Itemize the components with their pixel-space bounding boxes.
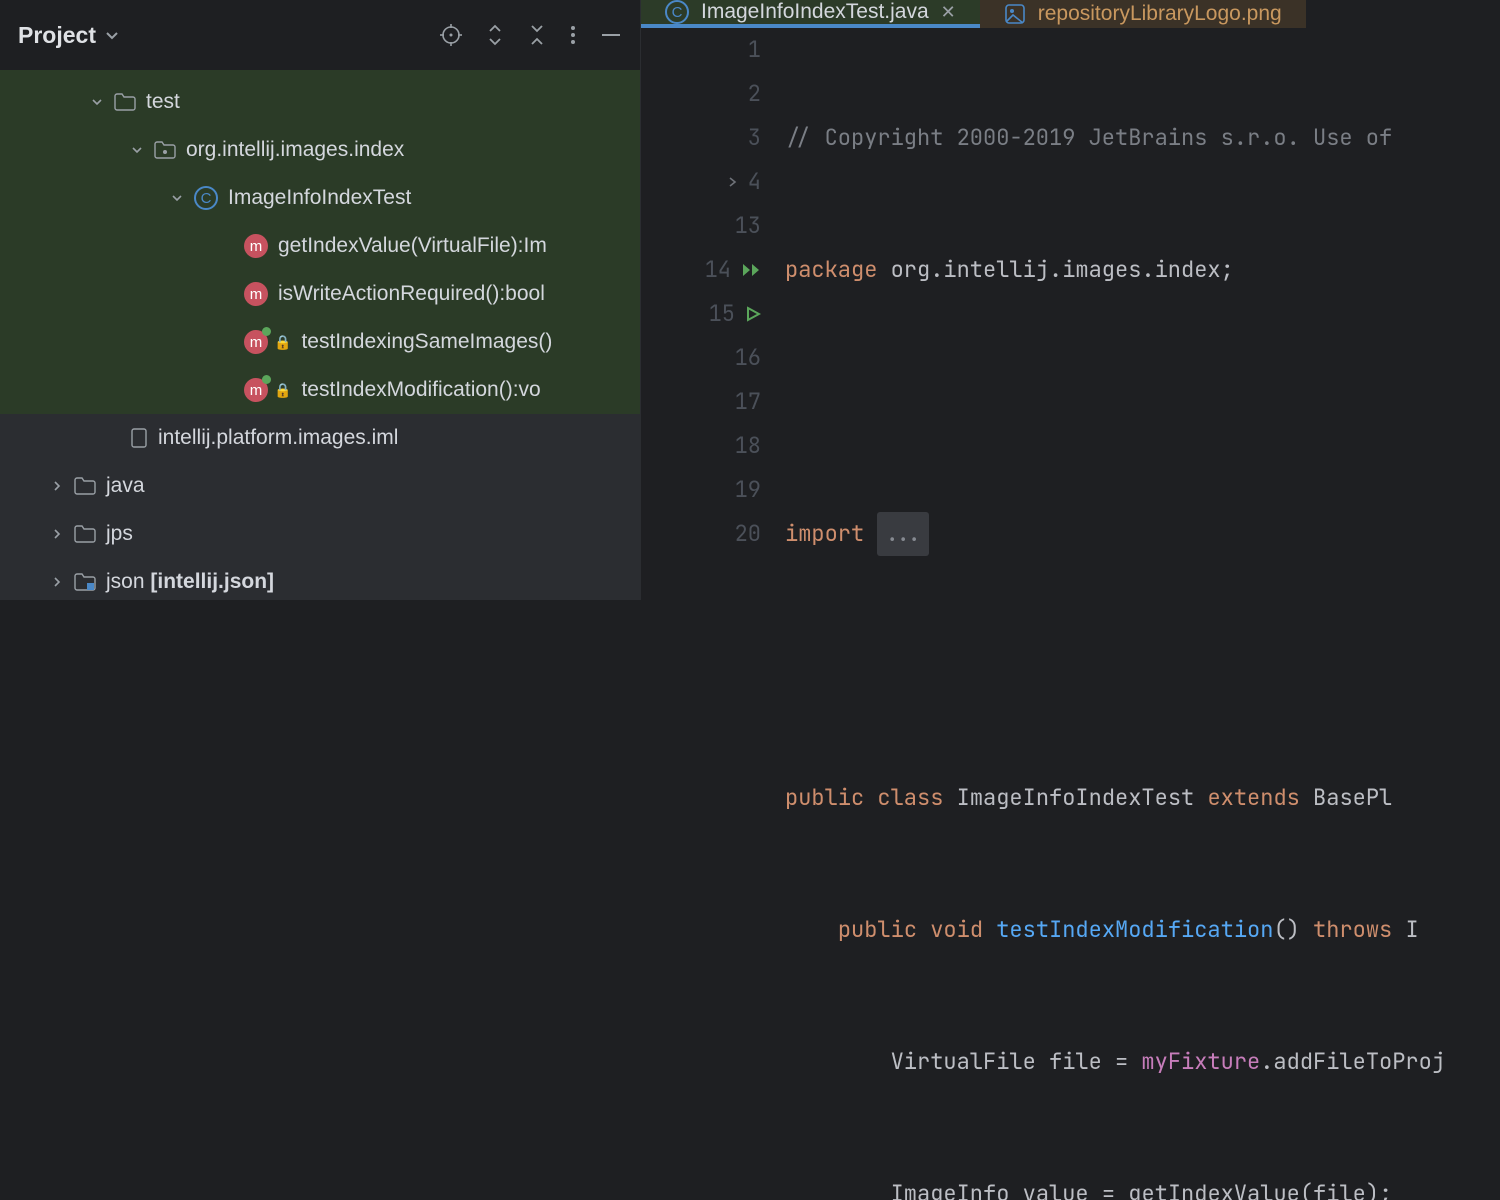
gutter: 1 2 3 4 13 14 15 16 17 18 19 20 <box>641 28 781 1200</box>
tree-folder-java[interactable]: java <box>0 462 640 510</box>
project-tree: test org.intellij.images.index C ImageIn… <box>0 70 640 600</box>
chevron-down-icon <box>170 191 184 205</box>
tab-label: ImageInfoIndexTest.java <box>701 0 929 24</box>
tree-package[interactable]: org.intellij.images.index <box>0 126 640 174</box>
project-panel: Project test org.intellij.images.index C… <box>0 0 640 600</box>
minimize-icon[interactable] <box>600 24 622 46</box>
tab-active-java[interactable]: C ImageInfoIndexTest.java ✕ <box>641 0 980 28</box>
tab-inactive-image[interactable]: repositoryLibraryLogo.png <box>980 0 1306 28</box>
gutter-line: 2 <box>641 72 769 116</box>
code-content[interactable]: // Copyright 2000-2019 JetBrains s.r.o. … <box>781 28 1500 1200</box>
folder-icon <box>114 93 136 111</box>
gutter-line: 20 <box>641 512 769 556</box>
gutter-line: 15 <box>641 292 769 336</box>
project-title-label: Project <box>18 22 96 49</box>
chevron-down-icon <box>104 27 120 43</box>
editor-tabs: C ImageInfoIndexTest.java ✕ repositoryLi… <box>641 0 1500 28</box>
folder-icon <box>74 477 96 495</box>
chevron-down-icon <box>90 95 104 109</box>
tree-label: isWriteActionRequired():bool <box>278 282 545 306</box>
collapse-icon[interactable] <box>528 24 546 46</box>
gutter-line: 19 <box>641 468 769 512</box>
tree-label: intellij.platform.images.iml <box>158 426 398 450</box>
tree-folder-jps[interactable]: jps <box>0 510 640 558</box>
tree-class[interactable]: C ImageInfoIndexTest <box>0 174 640 222</box>
gutter-line: 16 <box>641 336 769 380</box>
expand-icon[interactable] <box>486 24 504 46</box>
method-icon: m <box>244 234 268 258</box>
chevron-right-icon <box>50 527 64 541</box>
project-header: Project <box>0 0 640 70</box>
lock-icon: 🔒 <box>274 382 291 399</box>
tab-label: repositoryLibraryLogo.png <box>1038 2 1282 26</box>
class-icon: C <box>194 186 218 210</box>
tree-label: ImageInfoIndexTest <box>228 186 411 210</box>
class-icon: C <box>665 0 689 24</box>
test-method-icon: m <box>244 330 268 354</box>
tree-bottom-section: intellij.platform.images.iml java jps js… <box>0 414 640 600</box>
gutter-line: 1 <box>641 28 769 72</box>
package-icon <box>154 141 176 159</box>
editor-area: C ImageInfoIndexTest.java ✕ repositoryLi… <box>640 0 1500 600</box>
gutter-line: 17 <box>641 380 769 424</box>
more-icon[interactable] <box>570 24 576 46</box>
method-icon: m <box>244 282 268 306</box>
tree-label: test <box>146 90 180 114</box>
tree-label: java <box>106 474 145 498</box>
gutter-line: 18 <box>641 424 769 468</box>
chevron-right-icon <box>50 479 64 493</box>
run-icon[interactable] <box>745 306 761 322</box>
fold-indicator[interactable]: ... <box>877 512 929 556</box>
file-icon <box>130 427 148 449</box>
tree-label: testIndexingSameImages() <box>301 330 552 354</box>
tree-file-iml[interactable]: intellij.platform.images.iml <box>0 414 640 462</box>
tree-method[interactable]: m getIndexValue(VirtualFile):Im <box>0 222 640 270</box>
chevron-right-icon[interactable] <box>726 176 738 188</box>
gutter-line: 4 <box>641 160 769 204</box>
tree-folder-json[interactable]: json [intellij.json] <box>0 558 640 600</box>
run-double-icon[interactable] <box>741 262 761 278</box>
gutter-line: 13 <box>641 204 769 248</box>
gutter-line: 3 <box>641 116 769 160</box>
tree-method[interactable]: m isWriteActionRequired():bool <box>0 270 640 318</box>
project-header-actions <box>440 24 622 46</box>
lock-icon: 🔒 <box>274 334 291 351</box>
gutter-line: 14 <box>641 248 769 292</box>
image-icon <box>1004 3 1026 25</box>
tree-method-test[interactable]: m 🔒 testIndexingSameImages() <box>0 318 640 366</box>
tree-label: testIndexModification():vo <box>301 378 540 402</box>
project-title[interactable]: Project <box>18 22 120 49</box>
tree-label: org.intellij.images.index <box>186 138 404 162</box>
test-method-icon: m <box>244 378 268 402</box>
close-icon[interactable]: ✕ <box>941 2 956 23</box>
tree-label: json [intellij.json] <box>106 570 274 594</box>
folder-icon <box>74 525 96 543</box>
tree-label: jps <box>106 522 133 546</box>
chevron-right-icon <box>50 575 64 589</box>
tree-method-test[interactable]: m 🔒 testIndexModification():vo <box>0 366 640 414</box>
tree-label: getIndexValue(VirtualFile):Im <box>278 234 547 258</box>
target-icon[interactable] <box>440 24 462 46</box>
code-editor[interactable]: 1 2 3 4 13 14 15 16 17 18 19 20 // Copyr… <box>641 28 1500 1200</box>
chevron-down-icon <box>130 143 144 157</box>
module-folder-icon <box>74 573 96 591</box>
tree-folder-test[interactable]: test <box>0 78 640 126</box>
